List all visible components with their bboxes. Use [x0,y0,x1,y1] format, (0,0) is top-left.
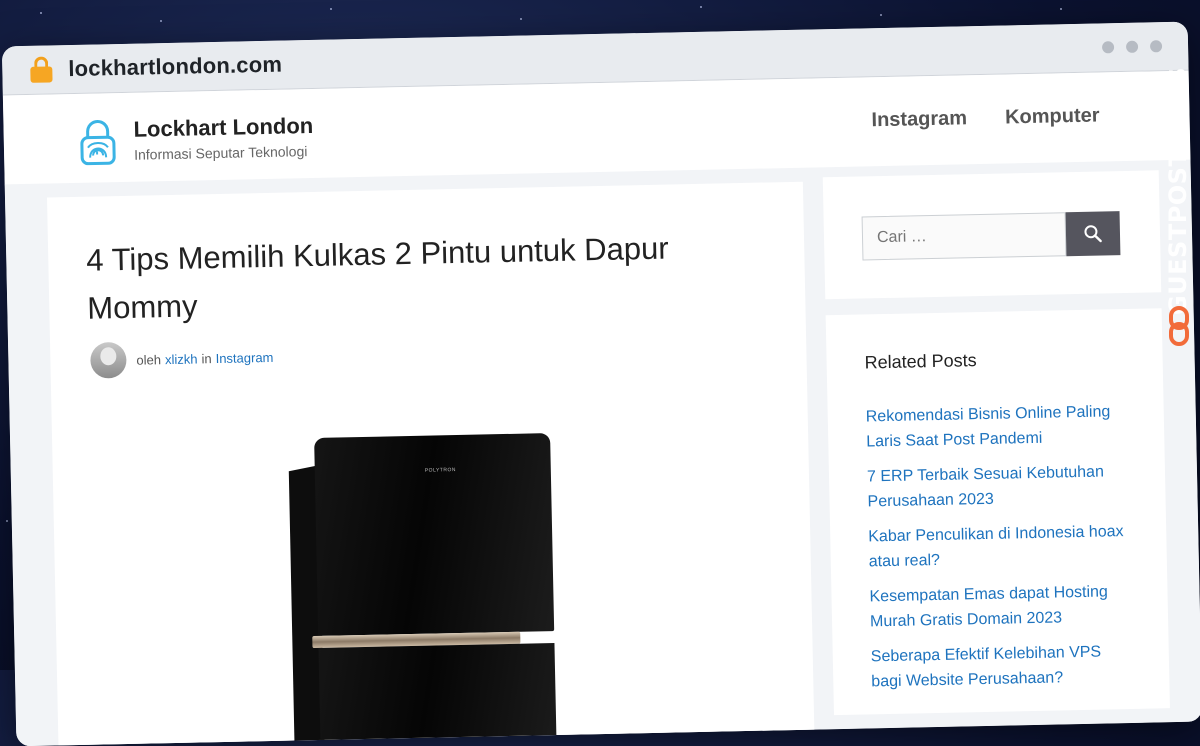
related-post-link[interactable]: Seberapa Efektif Kelebihan VPS bagi Webs… [871,644,1102,691]
list-item: Kesempatan Emas dapat Hosting Murah Grat… [869,579,1130,634]
window-dot-icon [1101,41,1115,54]
window-dot-icon [1149,40,1163,53]
window-controls [1101,40,1163,54]
meta-in-label: in [201,350,212,366]
search-button[interactable] [1065,211,1121,257]
fridge-brand-logo: POLYTRON [424,467,457,474]
fridge-image: POLYTRON [288,433,558,746]
list-item: 7 ERP Terbaik Sesuai Kebutuhan Perusahaa… [867,459,1128,514]
window-dot-icon [1125,40,1139,53]
watermark: GUESTPOSTLINKS [1164,60,1194,360]
list-item: Rekomendasi Bisnis Online Paling Laris S… [866,399,1127,454]
author-link[interactable]: xlizkh [165,351,198,367]
meta-by-label: oleh [136,351,162,368]
watermark-text: GUESTPOSTLINKS [1164,66,1192,316]
related-post-link[interactable]: Rekomendasi Bisnis Online Paling Laris S… [866,403,1111,450]
search-widget [822,170,1162,300]
site-tagline: Informasi Seputar Teknologi [133,143,308,163]
search-icon [1084,225,1102,243]
related-post-link[interactable]: Kesempatan Emas dapat Hosting Murah Grat… [869,583,1108,630]
article-title: 4 Tips Memilih Kulkas 2 Pintu untuk Dapu… [85,230,669,326]
main-nav: Instagram Komputer [871,104,1099,132]
search-input[interactable] [861,212,1067,261]
content-area: 4 Tips Memilih Kulkas 2 Pintu untuk Dapu… [4,159,1200,746]
browser-window: lockhartlondon.com Lockhart London Infor… [1,21,1200,746]
related-post-link[interactable]: Kabar Penculikan di Indonesia hoax atau … [868,523,1124,570]
related-posts-heading: Related Posts [864,350,977,373]
avatar[interactable] [90,341,127,379]
article-meta: oleh xlizkh in Instagram [90,339,274,379]
fingerprint-lock-logo[interactable] [79,117,116,166]
related-post-link[interactable]: 7 ERP Terbaik Sesuai Kebutuhan Perusahaa… [867,463,1104,510]
browser-stage: lockhartlondon.com Lockhart London Infor… [0,0,1200,746]
chain-link-icon [1169,306,1189,346]
sidebar: Related Posts Rekomendasi Bisnis Online … [822,170,1170,716]
related-posts-widget: Related Posts Rekomendasi Bisnis Online … [825,308,1170,716]
url-text[interactable]: lockhartlondon.com [68,52,282,82]
related-posts-list: Rekomendasi Bisnis Online Paling Laris S… [866,399,1132,704]
list-item: Kabar Penculikan di Indonesia hoax atau … [868,519,1129,574]
nav-item-komputer[interactable]: Komputer [1005,104,1100,129]
list-item: Seberapa Efektif Kelebihan VPS bagi Webs… [871,639,1132,694]
nav-item-instagram[interactable]: Instagram [871,107,967,132]
lock-icon [30,56,53,83]
article: 4 Tips Memilih Kulkas 2 Pintu untuk Dapu… [47,181,815,746]
category-link[interactable]: Instagram [215,349,273,365]
site-title[interactable]: Lockhart London [133,113,313,143]
